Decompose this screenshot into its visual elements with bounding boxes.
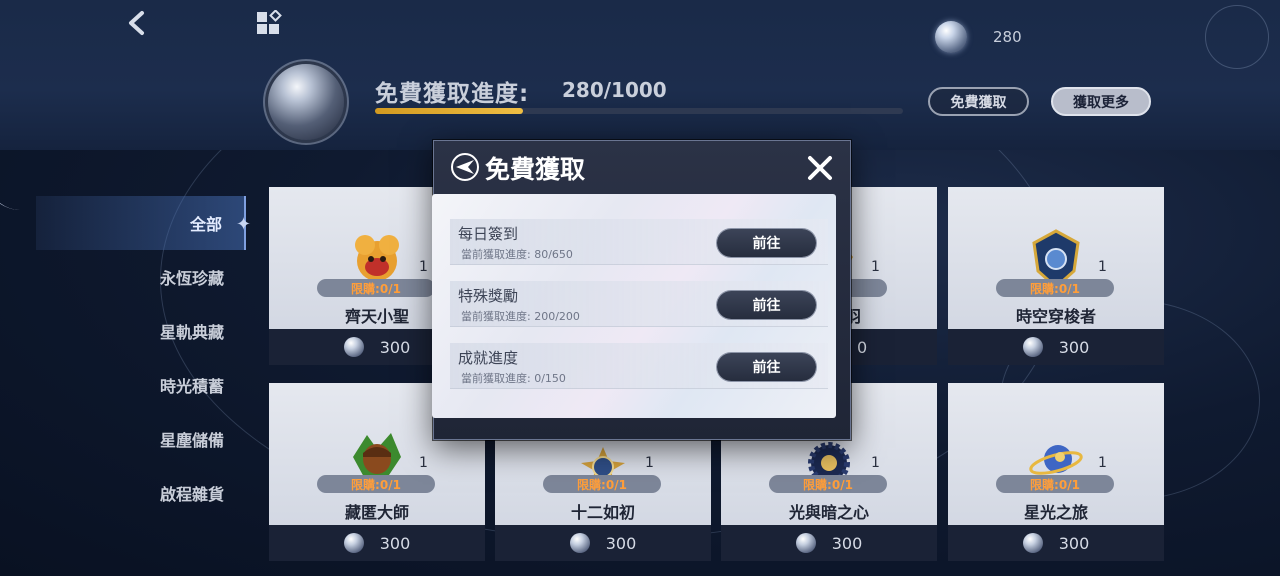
task-name: 特殊獎勵 xyxy=(458,287,519,305)
corner-circle-decoration xyxy=(1205,5,1269,69)
card-name: 光與暗之心 xyxy=(788,503,869,522)
free-progress-value: 280/1000 xyxy=(562,78,667,102)
category-sidebar: 全部 永恆珍藏 星軌典藏 時光積蓄 星塵儲備 啟程雜貨 xyxy=(36,196,246,520)
card-price: 300 xyxy=(605,533,637,553)
task-row-special-reward: 特殊獎勵 當前獲取進度: 200/200 前往 xyxy=(450,281,828,327)
sidebar-item-departure-goods[interactable]: 啟程雜貨 xyxy=(36,466,246,520)
card-name: 時空穿梭者 xyxy=(1015,307,1096,326)
card-price-bar: 300 xyxy=(948,329,1164,365)
card-face: 1 限購:0/1 時空穿梭者 xyxy=(948,187,1164,329)
sidebar-item-time-savings[interactable]: 時光積蓄 xyxy=(36,358,246,412)
shop-card[interactable]: 1 限購:0/1 時空穿梭者 300 xyxy=(948,187,1164,365)
card-price-bar: 300 xyxy=(721,525,937,561)
task-row-achievement: 成就進度 當前獲取進度: 0/150 前往 xyxy=(450,343,828,389)
go-button[interactable]: 前往 xyxy=(717,229,816,257)
go-button[interactable]: 前往 xyxy=(717,353,816,381)
free-progress-bar xyxy=(375,108,903,114)
game-logo-icon xyxy=(451,153,479,181)
card-name: 十二如初 xyxy=(570,503,635,522)
free-progress-fill xyxy=(375,108,523,114)
card-price-bar: 300 xyxy=(495,525,711,561)
card-count: 1 xyxy=(419,259,428,275)
task-row-daily-checkin: 每日簽到 當前獲取進度: 80/650 前往 xyxy=(450,219,828,265)
purchase-limit-badge: 限購:0/1 xyxy=(996,279,1114,297)
currency-display: 280 xyxy=(935,20,1022,54)
card-name: 藏匿大師 xyxy=(344,503,409,522)
stardust-orb-icon xyxy=(569,533,590,553)
card-price: 0 xyxy=(857,337,868,357)
stardust-orb-large-icon xyxy=(268,64,344,140)
grid-menu-icon[interactable] xyxy=(255,10,283,38)
card-price: 300 xyxy=(831,533,863,553)
shop-card[interactable]: 1 限購:0/1 星光之旅 300 xyxy=(948,383,1164,561)
task-progress: 當前獲取進度: 200/200 xyxy=(461,310,580,323)
sidebar-item-all[interactable]: 全部 xyxy=(36,196,246,250)
stardust-orb-icon xyxy=(795,533,816,553)
purchase-limit-badge: 限購:0/1 xyxy=(543,475,661,493)
dialog-title: 免費獲取 xyxy=(485,155,586,184)
card-face: 1 限購:0/1 星光之旅 xyxy=(948,383,1164,525)
card-price-bar: 300 xyxy=(948,525,1164,561)
sparkle-icon: ✦ xyxy=(236,214,252,235)
card-count: 1 xyxy=(1098,455,1107,471)
stardust-orb-icon xyxy=(1022,337,1043,357)
stardust-orb-icon xyxy=(1022,533,1043,553)
card-count: 1 xyxy=(871,455,880,471)
card-price-bar: 300 xyxy=(269,525,485,561)
stardust-orb-icon xyxy=(343,337,364,357)
card-name: 星光之旅 xyxy=(1023,503,1088,522)
card-price: 300 xyxy=(379,533,411,553)
top-bar: 280 免費獲取進度: 280/1000 免費獲取 獲取更多 xyxy=(0,0,1280,150)
currency-amount: 280 xyxy=(993,28,1022,46)
sidebar-item-stardust-reserve[interactable]: 星塵儲備 xyxy=(36,412,246,466)
free-obtain-button[interactable]: 免費獲取 xyxy=(928,87,1029,116)
go-button[interactable]: 前往 xyxy=(717,291,816,319)
purchase-limit-badge: 限購:0/1 xyxy=(317,279,435,297)
close-icon[interactable] xyxy=(804,152,836,184)
task-progress: 當前獲取進度: 0/150 xyxy=(461,372,566,385)
free-progress-title: 免費獲取進度: xyxy=(375,81,530,107)
sidebar-item-eternal[interactable]: 永恆珍藏 xyxy=(36,250,246,304)
stardust-orb-icon xyxy=(935,21,967,53)
task-name: 每日簽到 xyxy=(458,225,519,243)
obtain-more-button[interactable]: 獲取更多 xyxy=(1051,87,1151,116)
card-count: 1 xyxy=(871,259,880,275)
purchase-limit-badge: 限購:0/1 xyxy=(996,475,1114,493)
sidebar-item-star-track[interactable]: 星軌典藏 xyxy=(36,304,246,358)
stardust-orb-icon xyxy=(343,533,364,553)
card-price: 300 xyxy=(1058,337,1090,357)
card-price: 300 xyxy=(379,337,411,357)
task-progress: 當前獲取進度: 80/650 xyxy=(461,248,573,261)
purchase-limit-badge: 限購:0/1 xyxy=(769,475,887,493)
task-name: 成就進度 xyxy=(458,349,519,367)
purchase-limit-badge: 限購:0/1 xyxy=(317,475,435,493)
card-count: 1 xyxy=(419,455,428,471)
card-count: 1 xyxy=(645,455,654,471)
card-price: 300 xyxy=(1058,533,1090,553)
back-arrow-icon[interactable] xyxy=(122,8,152,38)
card-count: 1 xyxy=(1098,259,1107,275)
